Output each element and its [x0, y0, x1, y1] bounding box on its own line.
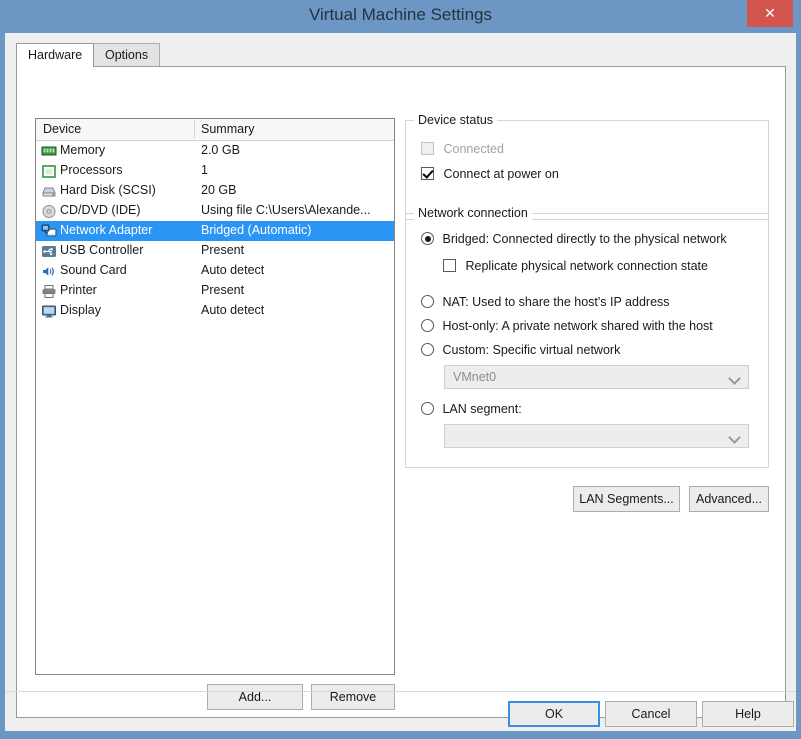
device-summary: Present [201, 243, 245, 257]
close-icon[interactable]: ✕ [747, 0, 793, 27]
radio-custom-row[interactable]: Custom: Specific virtual network [421, 342, 620, 360]
table-row[interactable]: Processors 1 [36, 161, 394, 181]
radio-nat-row[interactable]: NAT: Used to share the host's IP address [421, 294, 670, 312]
device-summary: Present [201, 283, 245, 297]
table-row[interactable]: Printer Present [36, 281, 394, 301]
sound-card-icon [41, 264, 57, 279]
radio-host-only-row[interactable]: Host-only: A private network shared with… [421, 318, 713, 336]
connected-checkbox [421, 142, 434, 155]
device-name: Printer [60, 283, 97, 297]
device-summary: Bridged (Automatic) [201, 223, 312, 237]
connected-checkbox-row[interactable]: Connected [421, 141, 504, 159]
usb-controller-icon [41, 244, 57, 259]
device-summary: Auto detect [201, 263, 265, 277]
help-button[interactable]: Help [702, 701, 794, 727]
memory-icon [41, 144, 57, 159]
table-row[interactable]: Hard Disk (SCSI) 20 GB [36, 181, 394, 201]
connect-at-power-on-checkbox-row[interactable]: Connect at power on [421, 166, 559, 184]
tab-strip: Hardware Options [16, 43, 786, 67]
radio-nat [421, 295, 434, 308]
device-name: Network Adapter [60, 223, 153, 237]
cd-dvd-icon [41, 204, 57, 219]
chevron-down-icon [730, 433, 739, 438]
table-row[interactable]: CD/DVD (IDE) Using file C:\Users\Alexand… [36, 201, 394, 221]
replicate-state-checkbox [443, 259, 456, 272]
column-header-device[interactable]: Device [43, 119, 81, 140]
custom-network-select[interactable]: VMnet0 [444, 365, 749, 389]
replicate-state-label: Replicate physical network connection st… [465, 259, 708, 273]
connected-label: Connected [443, 142, 504, 156]
table-row[interactable]: Memory 2.0 GB [36, 141, 394, 161]
remove-button[interactable]: Remove [311, 684, 395, 710]
custom-network-value: VMnet0 [453, 370, 497, 384]
device-name: USB Controller [60, 243, 144, 257]
title-bar: Virtual Machine Settings ✕ [0, 0, 801, 33]
vm-settings-window: Virtual Machine Settings ✕ Hardware Opti… [0, 0, 801, 739]
device-list-header: Device Summary [36, 119, 394, 141]
network-connection-group: Network connection Bridged: Connected di… [405, 206, 769, 468]
table-row-selected[interactable]: Network Adapter Bridged (Automatic) [36, 221, 394, 241]
device-summary: 2.0 GB [201, 143, 240, 157]
hardware-tab-panel: Device Summary Memory 2.0 GB Processors [16, 66, 786, 718]
device-name: CD/DVD (IDE) [60, 203, 141, 217]
button-bar-divider [5, 691, 796, 692]
radio-bridged-row[interactable]: Bridged: Connected directly to the physi… [421, 231, 727, 249]
radio-custom-label: Custom: Specific virtual network [442, 343, 621, 357]
table-row[interactable]: USB Controller Present [36, 241, 394, 261]
network-adapter-icon [41, 224, 57, 239]
radio-custom [421, 343, 434, 356]
processor-icon [41, 164, 57, 179]
radio-nat-label: NAT: Used to share the host's IP address [442, 295, 670, 309]
device-summary: Using file C:\Users\Alexande... [201, 203, 371, 217]
table-row[interactable]: Display Auto detect [36, 301, 394, 321]
display-icon [41, 304, 57, 319]
device-status-group: Device status Connected Connect at power… [405, 113, 769, 220]
chevron-down-icon [730, 374, 739, 379]
device-name: Display [60, 303, 101, 317]
device-summary: 20 GB [201, 183, 237, 197]
dialog-client-area: Hardware Options Device Summary Memory 2… [5, 33, 796, 731]
column-header-summary[interactable]: Summary [201, 119, 254, 140]
device-status-legend: Device status [414, 113, 498, 127]
window-title: Virtual Machine Settings [308, 5, 492, 24]
device-name: Sound Card [60, 263, 127, 277]
device-name: Processors [60, 163, 123, 177]
table-row[interactable]: Sound Card Auto detect [36, 261, 394, 281]
device-name: Hard Disk (SCSI) [60, 183, 156, 197]
printer-icon [41, 284, 57, 299]
advanced-button[interactable]: Advanced... [689, 486, 769, 512]
device-name: Memory [60, 143, 106, 157]
device-summary: 1 [201, 163, 208, 177]
device-list[interactable]: Device Summary Memory 2.0 GB Processors [35, 118, 395, 675]
radio-lan-segment-label: LAN segment: [442, 402, 522, 416]
connect-at-power-on-label: Connect at power on [443, 167, 559, 181]
radio-host-only [421, 319, 434, 332]
radio-lan-segment [421, 402, 434, 415]
cancel-button[interactable]: Cancel [605, 701, 697, 727]
connect-at-power-on-checkbox [421, 167, 434, 180]
hard-disk-icon [41, 184, 57, 199]
add-button[interactable]: Add... [207, 684, 303, 710]
radio-lan-segment-row[interactable]: LAN segment: [421, 401, 522, 419]
lan-segments-button[interactable]: LAN Segments... [573, 486, 680, 512]
network-connection-legend: Network connection [414, 206, 532, 220]
replicate-state-checkbox-row[interactable]: Replicate physical network connection st… [443, 258, 708, 276]
device-summary: Auto detect [201, 303, 265, 317]
ok-button[interactable]: OK [508, 701, 600, 727]
tab-hardware[interactable]: Hardware [16, 43, 95, 67]
column-divider [194, 121, 195, 138]
radio-bridged [421, 232, 434, 245]
radio-host-only-label: Host-only: A private network shared with… [442, 319, 713, 333]
lan-segment-select[interactable] [444, 424, 749, 448]
tab-options[interactable]: Options [93, 43, 161, 66]
radio-bridged-label: Bridged: Connected directly to the physi… [442, 232, 727, 246]
